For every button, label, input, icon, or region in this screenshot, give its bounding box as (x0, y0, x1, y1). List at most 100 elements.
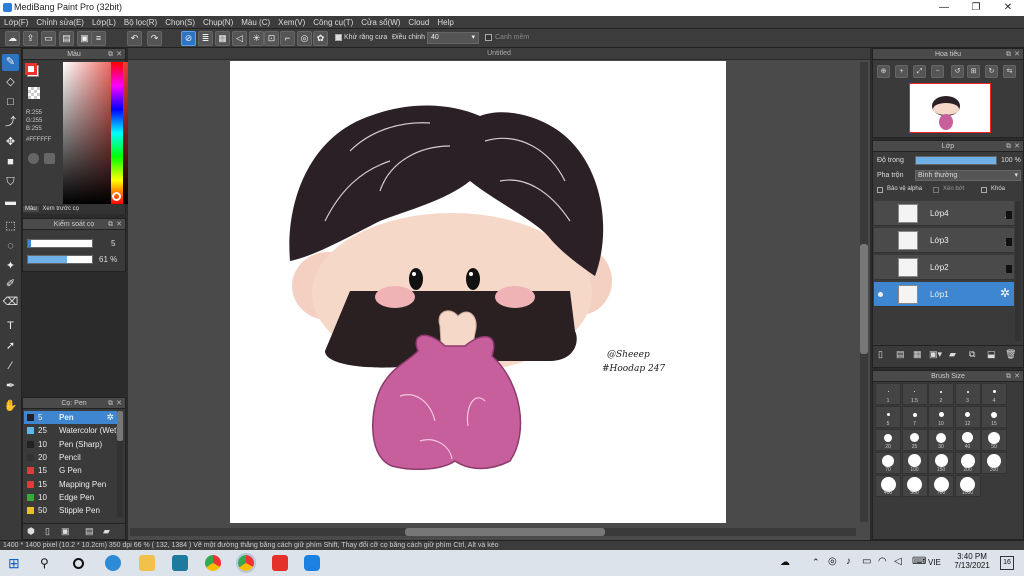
menu-file[interactable]: Lớp(F) (0, 16, 32, 29)
float-icon[interactable]: ⧉ (108, 219, 113, 230)
close-icon[interactable]: ✕ (116, 49, 122, 60)
magic-wand-tool-icon[interactable]: ✦ (2, 258, 19, 275)
chrome-icon[interactable] (205, 555, 221, 571)
hue-handle[interactable] (112, 192, 121, 201)
float-icon[interactable]: ⧉ (1006, 371, 1011, 382)
eraser-tool-icon[interactable]: ◇ (2, 74, 19, 91)
menu-view[interactable]: Xem(V) (274, 16, 309, 29)
volume-icon[interactable]: ♪ (846, 556, 851, 567)
menu-help[interactable]: Help (433, 16, 457, 29)
zalo-icon[interactable] (304, 555, 320, 571)
merge-down-icon[interactable]: ⬓ (987, 349, 996, 360)
parallel-snap-icon[interactable]: ≣ (198, 31, 213, 46)
layer-row[interactable]: Lớp44 (874, 201, 1014, 226)
close-icon[interactable]: ✕ (1014, 141, 1020, 152)
brush-opacity-slider[interactable] (27, 255, 93, 264)
radial-snap-icon[interactable]: ✳ (249, 31, 264, 46)
divide-tool-icon[interactable]: ⁄ (2, 358, 19, 375)
task-view-icon[interactable] (73, 558, 84, 569)
language-indicator[interactable]: VIE (928, 558, 941, 567)
snap-off-icon[interactable]: ⊘ (181, 31, 196, 46)
brush-size-cell[interactable]: 3 (954, 383, 981, 405)
brush-size-cell[interactable]: 25 (901, 429, 928, 451)
brush-size-cell[interactable]: 700 (928, 475, 954, 497)
tab-color[interactable]: Màu (23, 206, 39, 212)
close-button[interactable]: ✕ (992, 0, 1024, 16)
undo-icon[interactable]: ↶ (127, 31, 142, 46)
select-eraser-tool-icon[interactable]: ⌫ (2, 294, 19, 311)
duplicate-layer-icon[interactable]: ⧉ (969, 349, 975, 360)
float-icon[interactable]: ⧉ (1006, 49, 1011, 60)
layer-menu-icon[interactable]: ▣▾ (929, 349, 942, 360)
select-pen-tool-icon[interactable]: ✐ (2, 276, 19, 293)
brush-size-cell[interactable]: 150 (928, 452, 954, 474)
layer-row[interactable]: Lớp33 (874, 228, 1014, 253)
cloud-icon[interactable]: ☁ (5, 31, 20, 46)
menu-layer[interactable]: Lớp(L) (88, 16, 120, 29)
eyedropper-tool-icon[interactable]: ✒ (2, 378, 19, 395)
clock[interactable]: 3:40 PM 7/13/2021 (952, 552, 992, 570)
brush-size-cell[interactable]: 100 (901, 452, 928, 474)
sound-icon[interactable]: ◁ (894, 556, 902, 567)
menu-filter[interactable]: Bộ lọc(R) (120, 16, 161, 29)
antialias-checkbox[interactable] (335, 34, 342, 41)
brush-list-item[interactable]: 10 Edge Pen (24, 491, 120, 504)
brush-size-cell[interactable]: 5 (875, 406, 901, 428)
rect-tool-icon[interactable]: □ (2, 94, 19, 111)
eye-icon[interactable] (878, 292, 883, 297)
zoom-fit-icon[interactable]: ⊕ (877, 65, 890, 78)
list-icon[interactable]: ≡ (91, 31, 106, 46)
flip-icon[interactable]: ⇆ (1003, 65, 1016, 78)
brush-size-cell[interactable]: 40 (954, 429, 981, 451)
menu-color[interactable]: Màu (C) (237, 16, 274, 29)
color-picker-icon[interactable] (44, 153, 55, 164)
hand-tool-icon[interactable]: ✋ (2, 398, 19, 415)
brush-list-item[interactable]: 10 Pen (Sharp) (24, 438, 120, 451)
gradient-tool-icon[interactable]: ▬ (2, 194, 19, 211)
brush-size-cell[interactable]: 70 (875, 452, 901, 474)
grid-snap-icon[interactable]: ▦ (215, 31, 230, 46)
brush-size-cell[interactable]: 20 (875, 429, 901, 451)
brush-size-cell[interactable]: 1000 (954, 475, 981, 497)
close-icon[interactable]: ✕ (1014, 371, 1020, 382)
layer-settings-icon[interactable]: ✲ (1000, 286, 1010, 300)
brush-list-item[interactable]: 15 G Pen (24, 464, 120, 477)
tray-up-icon[interactable]: ⌃ (812, 557, 820, 568)
brush-size-cell[interactable]: 7 (901, 406, 928, 428)
float-icon[interactable]: ⧉ (108, 49, 113, 60)
layer-opacity-slider[interactable] (915, 156, 997, 165)
new-halftone-layer-icon[interactable]: ▤ (896, 349, 905, 360)
operation-tool-icon[interactable]: ➚ (2, 338, 19, 355)
layer-scrollbar[interactable] (1015, 201, 1021, 341)
minimize-button[interactable]: — (928, 0, 960, 16)
chat-icon[interactable]: ▭ (41, 31, 56, 46)
brush-size-cell[interactable]: 30 (928, 429, 954, 451)
brush-size-cell[interactable]: 400 (875, 475, 901, 497)
correction-select[interactable]: 40 ▾ (427, 32, 479, 44)
new-brush-icon[interactable]: ▯ (45, 526, 50, 537)
folder-icon[interactable]: ▰ (103, 526, 110, 537)
brush-size-cell[interactable]: 50 (981, 429, 1007, 451)
file-explorer-icon[interactable] (139, 555, 155, 571)
rotate-right-icon[interactable]: ↻ (985, 65, 998, 78)
protect-alpha-checkbox[interactable] (877, 187, 883, 193)
brush-menu-icon[interactable]: ▣ (61, 526, 70, 537)
clipping-checkbox[interactable] (933, 187, 939, 193)
brush-size-cell[interactable]: 4 (981, 383, 1007, 405)
zoom-out-icon[interactable]: − (931, 65, 944, 78)
chrome-icon-active[interactable] (236, 553, 256, 573)
brush-size-slider[interactable] (27, 239, 93, 248)
canvas-horizontal-scrollbar[interactable] (130, 528, 856, 536)
redo-icon[interactable]: ↷ (147, 31, 162, 46)
bucket-tool-icon[interactable]: ⛉ (2, 174, 19, 191)
document-tab[interactable]: Untitled (128, 48, 870, 60)
brush-size-cell[interactable]: 500 (901, 475, 928, 497)
menu-edit[interactable]: Chỉnh sửa(E) (32, 16, 88, 29)
blend-mode-select[interactable]: Bình thường ▾ (915, 170, 1021, 181)
transparent-color-swatch[interactable] (28, 87, 40, 99)
palette-icon[interactable] (28, 153, 39, 164)
snap-soft-checkbox[interactable] (485, 34, 492, 41)
actual-size-icon[interactable]: ⊞ (967, 65, 980, 78)
folder-icon[interactable]: ▰ (949, 349, 956, 360)
document-icon[interactable]: ▤ (59, 31, 74, 46)
